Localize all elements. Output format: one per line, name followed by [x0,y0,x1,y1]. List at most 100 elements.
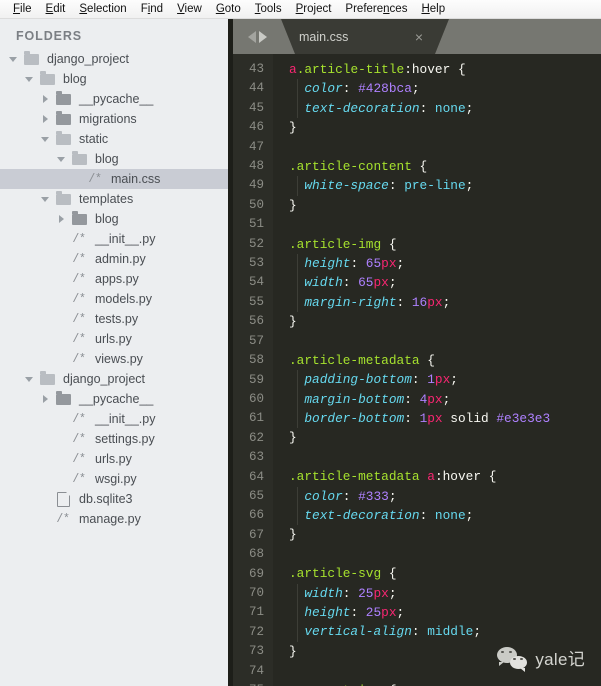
tree-file-row[interactable]: /* __init__.py [0,229,228,249]
code-file-icon: /* [72,232,86,246]
menu-mnemonic: H [421,3,430,15]
code-token: : [419,507,435,523]
menu-item-edit[interactable]: Edit [39,2,73,16]
line-number: 54 [248,275,264,290]
folder-closed-icon [68,210,90,225]
chevron-right-icon[interactable] [38,115,52,123]
menu-item-preferences[interactable]: Preferences [338,2,414,16]
tree-file-row[interactable]: /* wsgi.py [0,469,228,489]
code-token: ; [473,624,481,640]
code-token: px [381,255,397,271]
line-number: 61 [248,411,264,426]
sidebar-file-tree[interactable]: FOLDERS django_project blog __pycache__ mig… [0,19,228,686]
menu-item-project[interactable]: Project [289,2,339,16]
code-line: .account-img { [289,681,601,686]
code-token: ; [450,372,458,388]
code-line: .article-metadata a:hover { [289,467,601,486]
menu-item-find[interactable]: Find [134,2,170,16]
chevron-down-icon[interactable] [38,196,52,202]
line-number: 63 [248,450,264,465]
chevron-down-icon[interactable] [6,56,20,62]
chevron-right-icon[interactable] [38,395,52,403]
tree-folder-row[interactable]: migrations [0,109,228,129]
code-file-icon: /* [72,472,86,486]
menu-item-file[interactable]: File [6,2,39,16]
menu-item-help[interactable]: Help [414,2,452,16]
tree-item-label: __pycache__ [79,392,154,406]
tree-file-row[interactable]: /* urls.py [0,329,228,349]
code-editor[interactable]: 43 44 45 46 47 48 49 50 51 52 53 54 55 56 57 58 59 60 61 62… [233,54,601,686]
tree-item-label: tests.py [95,312,139,326]
tree-file-row[interactable]: /* manage.py [0,509,228,529]
chevron-right-icon[interactable] [38,95,52,103]
code-token: .article-content [289,158,412,174]
code-token: ; [442,391,451,407]
tree-folder-row[interactable]: __pycache__ [0,89,228,109]
tab-main-css[interactable]: main.css × [281,19,449,54]
chevron-down-icon[interactable] [22,376,36,382]
code-token: px [427,391,443,407]
code-token: vertical-align [304,624,412,640]
code-token: { [381,236,397,252]
code-token: pre-line [404,178,466,194]
tree-file-row[interactable]: /* apps.py [0,269,228,289]
code-token: : [342,81,359,97]
chevron-down-icon[interactable] [22,76,36,82]
code-token: : [396,294,412,310]
folder-tree-list: django_project blog __pycache__ migrations s… [0,49,228,529]
menu-mnemonic: F [13,3,21,15]
tree-folder-row[interactable]: blog [0,149,228,169]
tree-item-label: urls.py [95,452,132,466]
code-line: a.article-title:hover { [289,60,601,79]
tab-nav-arrows[interactable] [233,19,281,54]
code-token: width [304,585,343,601]
tree-item-label: manage.py [79,512,141,526]
line-number: 58 [248,353,264,368]
tree-folder-row[interactable]: blog [0,209,228,229]
tree-file-row[interactable]: /* main.css [0,169,228,189]
menu-item-selection[interactable]: Selection [72,2,133,16]
menu-item-view[interactable]: View [170,2,209,16]
code-token: px [427,411,443,427]
line-number: 55 [248,294,264,309]
arrow-right-icon[interactable] [258,30,267,43]
tree-file-row[interactable]: /* tests.py [0,309,228,329]
code-line: margin-right: 16px; [289,292,601,313]
tree-folder-row[interactable]: django_project [0,369,228,389]
tree-item-label: blog [95,152,119,166]
tree-file-row[interactable]: /* views.py [0,349,228,369]
close-icon[interactable]: × [415,30,423,44]
indent-guide [297,253,298,274]
line-number: 48 [248,159,264,174]
code-token: : [388,178,405,194]
line-number: 50 [248,197,264,212]
code-content[interactable]: a.article-title:hover { color: #428bca; … [273,54,601,686]
tab-list: main.css × [281,19,449,54]
folder-closed-icon [52,90,74,105]
indent-guide [297,79,298,99]
tree-file-row[interactable]: /* models.py [0,289,228,309]
tree-folder-row[interactable]: templates [0,189,228,209]
tree-folder-row[interactable]: static [0,129,228,149]
tree-file-row[interactable]: db.sqlite3 [0,489,228,509]
chevron-down-icon[interactable] [38,136,52,142]
tree-file-row[interactable]: /* admin.py [0,249,228,269]
code-line: } [289,118,601,137]
tree-folder-row[interactable]: __pycache__ [0,389,228,409]
code-token: } [289,314,297,330]
chevron-down-icon[interactable] [54,156,68,162]
arrow-left-icon[interactable] [247,30,256,43]
menu-item-goto[interactable]: Goto [209,2,248,16]
code-token: white-space [304,178,389,194]
tree-item-label: __pycache__ [79,92,154,106]
tree-file-row[interactable]: /* __init__.py [0,409,228,429]
chevron-right-icon[interactable] [54,215,68,223]
tree-folder-row[interactable]: blog [0,69,228,89]
menu-item-tools[interactable]: Tools [248,2,289,16]
tree-file-row[interactable]: /* urls.py [0,449,228,469]
tree-file-row[interactable]: /* settings.py [0,429,228,449]
code-file-icon: /* [72,332,86,346]
tree-folder-row[interactable]: django_project [0,49,228,69]
